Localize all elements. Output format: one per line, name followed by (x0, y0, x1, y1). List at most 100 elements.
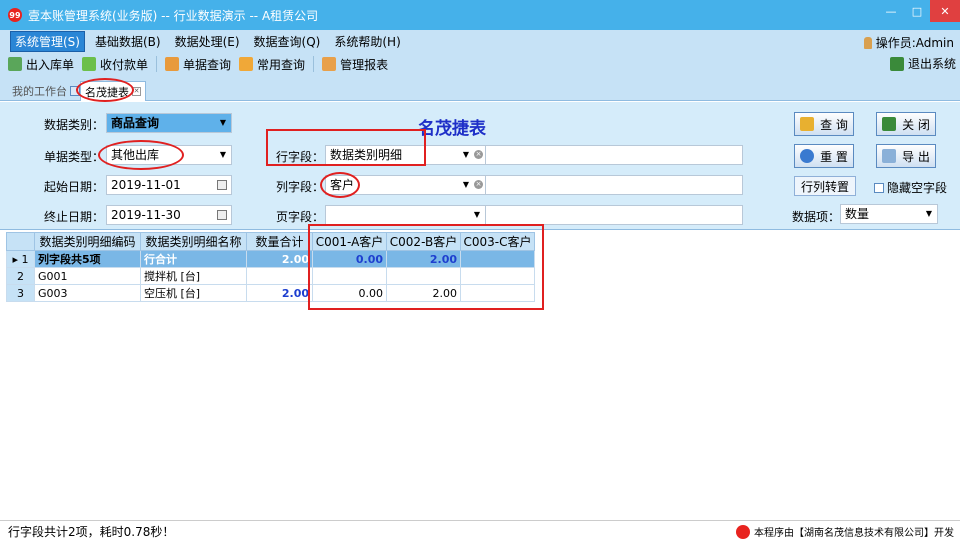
export-button-label: 导 出 (902, 149, 930, 164)
start-date-field[interactable]: 2019-11-01 (106, 175, 232, 195)
filter-panel: 数据类别： 商品查询 ▼ 单据类型： 其他出库 ▼ 起始日期： 2019-11-… (0, 102, 960, 229)
end-date-value: 2019-11-30 (111, 208, 181, 222)
operator-label: 操作员:Admin (875, 36, 954, 50)
row-number-value: 1 (21, 252, 29, 266)
document-icon (165, 57, 180, 71)
table-cell[interactable]: 列字段共5项 (34, 250, 141, 268)
status-text: 行字段共计2项，耗时0.78秒！ (8, 524, 175, 539)
calendar-icon[interactable] (217, 180, 227, 190)
inout-stock-button[interactable]: 出入库单 (8, 56, 74, 73)
data-type-value: 商品查询 (111, 116, 160, 130)
tab-workbench-label: 我的工作台 (12, 85, 67, 98)
chevron-down-icon: ▼ (462, 150, 469, 159)
close-button[interactable]: 关 闭 (876, 112, 936, 136)
col-field-extra[interactable] (485, 175, 743, 195)
annotation-oval (76, 78, 134, 102)
export-button[interactable]: 导 出 (876, 144, 936, 168)
result-grid-area: 数据类别明细编码 数据类别明细名称 数量合计 C001-A客户 C002-B客户… (0, 224, 960, 520)
col-field-label: 列字段： (275, 180, 324, 194)
end-date-field[interactable]: 2019-11-30 (106, 205, 232, 225)
stock-icon (8, 57, 22, 71)
checkbox-icon (874, 182, 884, 193)
row-field-extra[interactable] (485, 145, 743, 165)
calendar-icon[interactable] (217, 210, 227, 220)
credit-text: 本程序由【湖南名茂信息技术有限公司】开发 (754, 528, 954, 539)
toolbar-divider (156, 56, 158, 72)
company-logo-icon (736, 524, 750, 539)
report-button[interactable]: 管理报表 (322, 56, 388, 73)
title-bar: 99 壹本账管理系统(业务版) -- 行业数据演示 -- A租赁公司 — □ ✕ (0, 0, 960, 30)
start-date-label: 起始日期： (43, 180, 104, 194)
clear-icon[interactable]: × (474, 180, 483, 189)
menu-data-query[interactable]: 数据查询(Q) (250, 32, 325, 51)
minimize-icon[interactable]: — (878, 0, 904, 22)
reset-button[interactable]: 重 置 (794, 144, 854, 168)
menu-help[interactable]: 系统帮助(H) (330, 32, 404, 51)
tab-workbench[interactable]: 我的工作台 (8, 81, 84, 101)
window-title: 壹本账管理系统(业务版) -- 行业数据演示 -- A租赁公司 (28, 8, 319, 23)
table-cell[interactable]: G003 (34, 284, 141, 302)
table-cell[interactable]: 2.00 (246, 284, 313, 302)
close-button-label: 关 闭 (902, 117, 930, 132)
status-bar: 行字段共计2项，耗时0.78秒！ 本程序由【湖南名茂信息技术有限公司】开发 (0, 520, 960, 541)
user-icon (863, 36, 872, 49)
menu-system[interactable]: 系统管理(S) (10, 30, 85, 52)
maximize-icon[interactable]: □ (904, 0, 930, 22)
doc-query-label: 单据查询 (183, 57, 232, 72)
column-header[interactable]: 数据类别明细编码 (34, 232, 141, 251)
menu-basic-data[interactable]: 基础数据(B) (91, 32, 165, 51)
page-title: 名茂捷表 (418, 119, 486, 139)
payment-label: 收付款单 (100, 57, 149, 72)
common-query-button[interactable]: 常用查询 (239, 56, 305, 73)
close-icon[interactable]: ✕ (930, 0, 960, 22)
data-item-label: 数据项： (791, 210, 840, 224)
exit-icon (889, 56, 904, 71)
page-field-extra[interactable] (485, 205, 743, 225)
column-header[interactable]: 数量合计 (246, 232, 313, 251)
tab-strip: 我的工作台 名茂捷表 ✕ (0, 76, 960, 102)
table-cell[interactable]: G001 (34, 267, 141, 285)
end-date-label: 终止日期： (43, 210, 104, 224)
row-number: ▸ 1 (6, 250, 35, 268)
hide-empty-checkbox[interactable]: 隐藏空字段 (874, 179, 947, 196)
transpose-button[interactable]: 行列转置 (794, 176, 856, 196)
table-cell[interactable] (246, 267, 313, 285)
chevron-down-icon: ▼ (925, 209, 932, 218)
annotation-oval (320, 172, 360, 198)
page-field-select[interactable]: ▼ (325, 205, 485, 225)
page-field-label: 页字段： (275, 210, 324, 224)
table-cell[interactable]: 行合计 (140, 250, 247, 268)
common-query-label: 常用查询 (257, 57, 306, 72)
exit-label: 退出系统 (907, 57, 956, 71)
hide-empty-label: 隐藏空字段 (887, 181, 948, 195)
clear-icon[interactable]: × (474, 150, 483, 159)
payment-button[interactable]: 收付款单 (82, 56, 148, 73)
data-item-select[interactable]: 数量 ▼ (840, 204, 938, 224)
exit-icon (882, 117, 897, 131)
chevron-down-icon: ▼ (473, 210, 480, 219)
chevron-down-icon: ▼ (219, 118, 226, 127)
doc-query-button[interactable]: 单据查询 (165, 56, 231, 73)
table-cell[interactable]: 2.00 (246, 250, 313, 268)
table-cell[interactable]: 空压机 [台] (140, 284, 247, 302)
app-logo-icon: 99 (8, 8, 22, 22)
inout-stock-label: 出入库单 (26, 57, 75, 72)
chevron-down-icon: ▼ (462, 180, 469, 189)
chart-icon (239, 57, 254, 71)
refresh-icon (800, 149, 815, 163)
credit: 本程序由【湖南名茂信息技术有限公司】开发 (736, 524, 954, 539)
data-type-select[interactable]: 商品查询 ▼ (106, 113, 232, 133)
annotation-rect (266, 129, 426, 166)
chevron-down-icon: ▼ (219, 150, 226, 159)
menu-data-processing[interactable]: 数据处理(E) (171, 32, 244, 51)
doc-type-label: 单据类型： (43, 150, 104, 164)
table-cell[interactable]: 搅拌机 [台] (140, 267, 247, 285)
exit-button[interactable]: 退出系统 (889, 55, 956, 72)
column-header[interactable]: 数据类别明细名称 (140, 232, 247, 251)
query-button[interactable]: 查 询 (794, 112, 854, 136)
menu-bar: 系统管理(S) 基础数据(B) 数据处理(E) 数据查询(Q) 系统帮助(H) … (0, 30, 960, 52)
export-icon (882, 149, 897, 163)
reset-button-label: 重 置 (820, 149, 848, 164)
row-header-corner (6, 232, 35, 251)
row-number: 2 (6, 267, 35, 285)
